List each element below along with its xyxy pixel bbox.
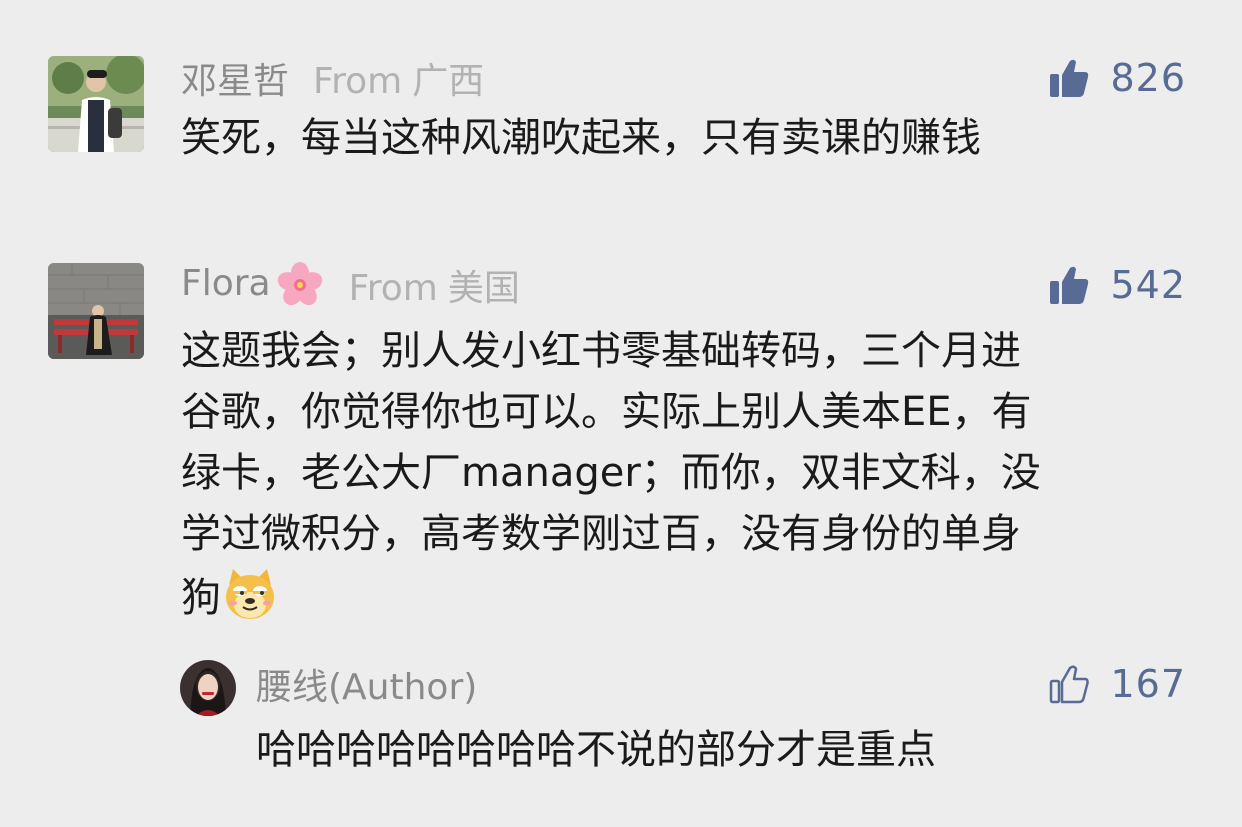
like-count: 826 [1110,56,1186,100]
doge-icon [226,569,274,619]
thumbs-up-outline-icon [1050,665,1090,704]
like-button[interactable]: 167 [1048,660,1186,708]
thumbs-up-filled-icon [1050,266,1089,304]
comment-header: 邓星哲 From 广西 [181,56,484,102]
comment-header: Flora From 美国 [181,260,520,310]
comment-text: 笑死，每当这种风潮吹起来，只有卖课的赚钱 [181,115,981,161]
comment-text-line: 这题我会；别人发小红书零基础转码，三个月进 [181,328,1021,374]
user-name[interactable]: 邓星哲 [181,52,289,104]
comment-item: 邓星哲 From 广西 826 笑死，每当这种风潮吹起来，只有卖课的赚钱 [48,56,1186,176]
avatar[interactable] [48,263,144,359]
comment-text: 这题我会；别人发小红书零基础转码，三个月进 谷歌，你觉得你也可以。实际上别人美本… [181,321,1041,629]
location-label: From 广西 [313,61,485,102]
comment-text-line: 狗 [181,565,1041,629]
avatar[interactable] [180,660,236,716]
user-name[interactable]: Flora [181,260,325,310]
like-count: 542 [1110,263,1186,307]
reply-text: 哈哈哈哈哈哈哈哈不说的部分才是重点 [256,727,936,773]
like-button[interactable]: 542 [1048,263,1186,307]
comment-text-line: 谷歌，你觉得你也可以。实际上别人美本EE，有 [181,389,1032,435]
comment-text-line: 绿卡，老公大厂manager；而你，双非文科，没 [181,450,1041,496]
cherry-blossom-icon [277,262,322,306]
thumbs-up-filled-icon [1050,59,1089,97]
avatar[interactable] [48,56,144,152]
location-label: From 美国 [348,268,520,309]
comment-text-line: 学过微积分，高考数学刚过百，没有身份的单身 [181,511,1021,557]
like-button[interactable]: 826 [1048,56,1186,100]
comments-section: 邓星哲 From 广西 826 笑死，每当这种风潮吹起来，只有卖课的赚钱 Flo… [0,0,1242,827]
reply-header: 腰线(Author) [256,660,477,708]
like-count: 167 [1110,662,1186,706]
author-name[interactable]: 腰线(Author) [256,658,477,710]
comment-item: Flora From 美国 542 这题我会；别人发小红书零基础转码，三个月进 … [48,260,1186,633]
